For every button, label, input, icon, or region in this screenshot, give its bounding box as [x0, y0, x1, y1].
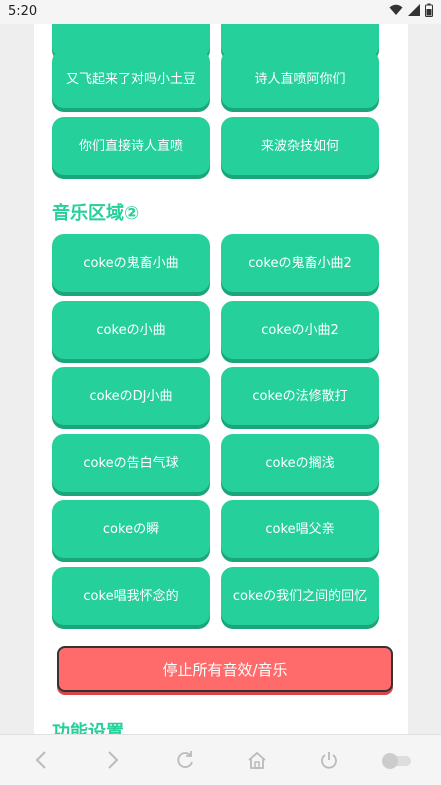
effect-button[interactable]: 又飞起来了对吗小土豆: [52, 50, 210, 108]
music-button[interactable]: cokeの鬼畜小曲: [52, 234, 210, 292]
status-time: 5:20: [8, 4, 38, 19]
music-button[interactable]: cokeの瞬: [52, 500, 210, 558]
music-button[interactable]: cokeの鬼畜小曲2: [221, 234, 379, 292]
wifi-icon: [389, 4, 403, 15]
status-bar: 5:20: [0, 0, 441, 24]
battery-icon: [425, 3, 433, 17]
music-button[interactable]: cokeの告白气球: [52, 434, 210, 492]
toggle-switch-icon[interactable]: [380, 747, 414, 773]
bottom-nav-bar: [0, 734, 441, 785]
music-button[interactable]: cokeの法修散打: [221, 367, 379, 425]
music-button[interactable]: cokeの小曲2: [221, 301, 379, 359]
home-icon[interactable]: [244, 747, 270, 773]
main-panel: 又飞起来了对吗小土豆 诗人直喷阿你们 你们直接诗人直喷 来波杂技如何 音乐区域②…: [34, 24, 408, 734]
music-button[interactable]: cokeのDJ小曲: [52, 367, 210, 425]
back-icon[interactable]: [28, 747, 54, 773]
effect-button[interactable]: 来波杂技如何: [221, 117, 379, 175]
music-button[interactable]: cokeの小曲: [52, 301, 210, 359]
power-icon[interactable]: [316, 747, 342, 773]
music-button[interactable]: coke唱我怀念的: [52, 567, 210, 625]
signal-icon: [408, 4, 420, 16]
settings-section-title: 功能设置: [52, 722, 124, 734]
effect-button[interactable]: 你们直接诗人直喷: [52, 117, 210, 175]
music-section-title: 音乐区域②: [52, 203, 140, 224]
music-button[interactable]: coke唱父亲: [221, 500, 379, 558]
stop-all-button[interactable]: 停止所有音效/音乐: [57, 646, 393, 692]
forward-icon[interactable]: [100, 747, 126, 773]
music-button[interactable]: cokeの搁浅: [221, 434, 379, 492]
effect-button[interactable]: 诗人直喷阿你们: [221, 50, 379, 108]
music-button[interactable]: cokeの我们之间的回忆: [221, 567, 379, 625]
refresh-icon[interactable]: [172, 747, 198, 773]
